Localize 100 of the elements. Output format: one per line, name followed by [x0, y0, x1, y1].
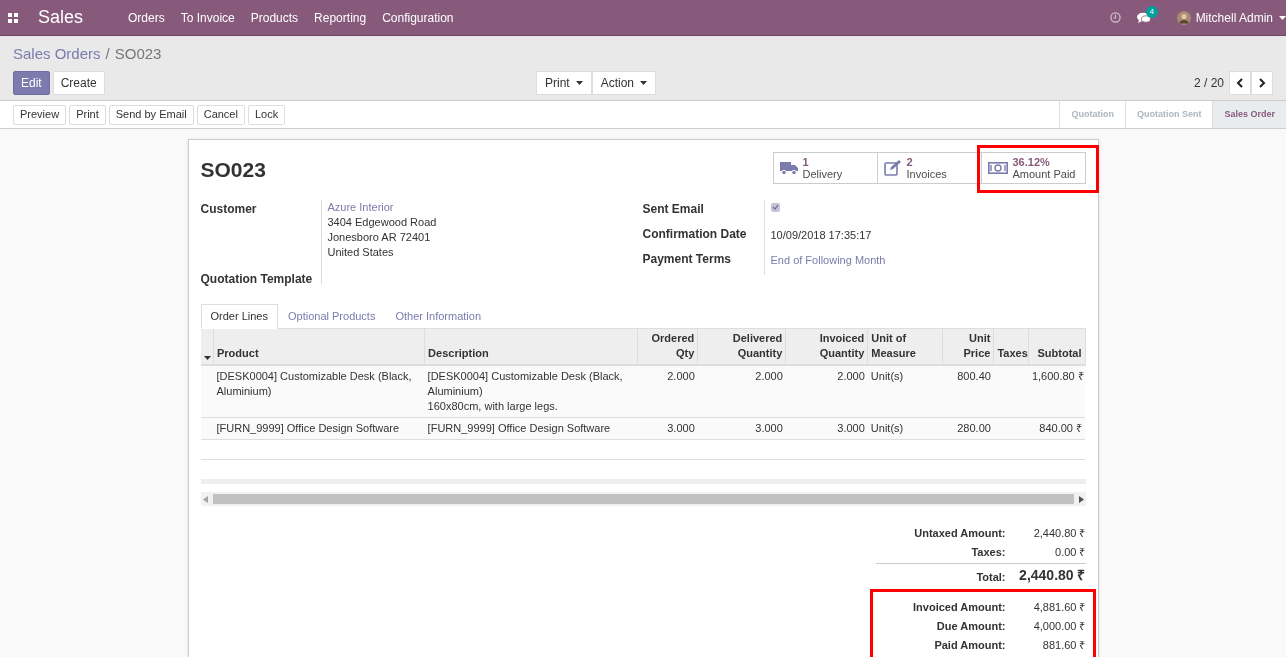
breadcrumb-separator: / — [105, 43, 110, 64]
apps-menu-icon — [8, 12, 18, 23]
column-header[interactable]: Unit of Measure — [867, 328, 943, 365]
clock-icon — [1109, 12, 1121, 23]
dropdown-button[interactable]: Print — [536, 71, 592, 95]
menu-item[interactable]: Configuration — [382, 8, 454, 27]
field-label: Confirmation Date — [642, 225, 748, 243]
horizontal-scrollbar[interactable] — [200, 492, 1086, 506]
address-line: United States — [327, 244, 395, 260]
total-value: 4,881.60 ₹ — [1032, 599, 1086, 615]
total-value: 881.60 ₹ — [1041, 637, 1086, 653]
scroll-right-icon[interactable] — [1078, 495, 1084, 503]
stat-button[interactable]: 1 Delivery — [772, 152, 878, 184]
column-header[interactable]: Subtotal — [1028, 328, 1085, 365]
field-label: Quotation Template — [200, 270, 314, 288]
total-value: 4,000.00 ₹ — [1032, 618, 1086, 634]
sort-caret-icon — [203, 355, 211, 360]
scrollbar-thumb[interactable] — [212, 494, 1074, 504]
table-cell: [DESK0004] Customizable Desk (Black, Aluminium) 160x80cm, with large legs. — [424, 364, 638, 417]
table-cell: 3.000 — [785, 417, 868, 439]
stat-label: Invoices — [906, 168, 947, 180]
header-button[interactable]: Preview — [13, 104, 67, 125]
tab[interactable]: Optional Products — [278, 303, 386, 329]
table-cell: [FURN_9999] Office Design Software — [213, 417, 425, 439]
tab[interactable]: Order Lines — [200, 303, 278, 329]
edit-button[interactable]: Edit — [13, 71, 50, 95]
user-menu[interactable]: Mitchell Admin — [1195, 8, 1273, 27]
menu-item[interactable]: Products — [250, 8, 299, 27]
app-title[interactable]: Sales — [38, 4, 84, 31]
truck-icon — [779, 161, 798, 175]
pager-counter: 2 / 20 — [1193, 75, 1224, 92]
message-count-badge: 4 — [1145, 5, 1159, 18]
table-cell: 2.000 — [697, 364, 786, 417]
pencil-square-icon — [883, 160, 902, 176]
table-cell: 1,600.80 ₹ — [1028, 364, 1085, 417]
column-header[interactable]: Unit Price — [942, 328, 994, 365]
payment-terms-link[interactable]: End of Following Month — [770, 249, 886, 268]
menu-item[interactable]: Orders — [128, 8, 165, 27]
stat-value: 36.12% — [1012, 156, 1051, 168]
table-cell: 280.00 — [942, 417, 994, 439]
next-button[interactable] — [1251, 71, 1273, 95]
column-header[interactable]: Product — [213, 328, 425, 365]
table-cell: Unit(s) — [867, 364, 943, 417]
field-label: Payment Terms — [642, 250, 732, 268]
field-label: Sent Email — [642, 200, 705, 218]
stat-button[interactable]: 36.12% Amount Paid — [980, 152, 1086, 184]
caret-icon — [1279, 15, 1286, 20]
table-cell: 3.000 — [697, 417, 786, 439]
menu-item[interactable]: Reporting — [314, 8, 367, 27]
table-cell: 2.000 — [637, 364, 698, 417]
table-cell: [DESK0004] Customizable Desk (Black, Aluminium) — [213, 364, 425, 417]
table-cell: 2.000 — [785, 364, 868, 417]
chat-icon — [1136, 11, 1151, 24]
chevron-right-icon — [1258, 78, 1266, 88]
stat-label: Amount Paid — [1012, 168, 1076, 180]
stat-button[interactable]: 2 Invoices — [876, 152, 982, 184]
menu-item[interactable]: To Invoice — [180, 8, 235, 27]
total-label: Total: — [975, 569, 1006, 585]
table-cell: 800.40 — [942, 364, 994, 417]
total-label: Taxes: — [970, 544, 1006, 560]
field-value: 10/09/2018 17:35:17 — [770, 227, 872, 243]
dropdown-button[interactable]: Action — [591, 71, 657, 95]
stat-value: 2 — [906, 156, 914, 168]
banknote-icon — [987, 162, 1008, 174]
total-label: Untaxed Amount: — [913, 525, 1006, 541]
column-header[interactable]: Description — [424, 328, 638, 365]
breadcrumb-current: SO023 — [114, 43, 162, 64]
header-button[interactable]: Send by Email — [108, 104, 194, 125]
column-header[interactable]: Delivered Quantity — [697, 328, 786, 365]
total-label: Due Amount: — [935, 618, 1006, 634]
table-cell: [FURN_9999] Office Design Software — [424, 417, 638, 439]
header-button[interactable]: Print — [69, 104, 106, 125]
header-button[interactable]: Cancel — [196, 104, 245, 125]
caret-icon — [640, 81, 648, 85]
stat-label: Delivery — [802, 168, 843, 180]
column-header[interactable]: Taxes — [993, 328, 1029, 365]
caret-icon — [575, 81, 583, 85]
previous-button[interactable] — [1229, 71, 1251, 95]
stat-value: 1 — [802, 156, 810, 168]
column-header[interactable]: Invoiced Quantity — [785, 328, 868, 365]
total-value: 0.00 ₹ — [1054, 544, 1086, 560]
header-button[interactable]: Lock — [247, 104, 286, 125]
table-cell: 3.000 — [637, 417, 698, 439]
field-label: Customer — [200, 200, 258, 218]
tab[interactable]: Other Information — [385, 303, 491, 329]
stage-tab[interactable]: Sales Order — [1212, 101, 1286, 128]
table-cell: 840.00 ₹ — [1028, 417, 1085, 439]
total-value: 2,440.80 ₹ — [1032, 525, 1086, 541]
chevron-left-icon — [1236, 78, 1244, 88]
address-line: Jonesboro AR 72401 — [327, 229, 432, 245]
address-line: 3404 Edgewood Road — [327, 214, 437, 230]
create-button[interactable]: Create — [52, 71, 105, 95]
customer-link[interactable]: Azure Interior — [327, 199, 437, 215]
avatar-icon — [1176, 10, 1191, 25]
record-title: SO023 — [200, 157, 266, 183]
column-header[interactable]: Ordered Qty — [637, 328, 698, 365]
total-label: Invoiced Amount: — [912, 599, 1006, 615]
total-value: 2,440.80 ₹ — [1018, 566, 1086, 585]
table-cell: Unit(s) — [867, 417, 943, 439]
total-label: Paid Amount: — [933, 637, 1006, 653]
